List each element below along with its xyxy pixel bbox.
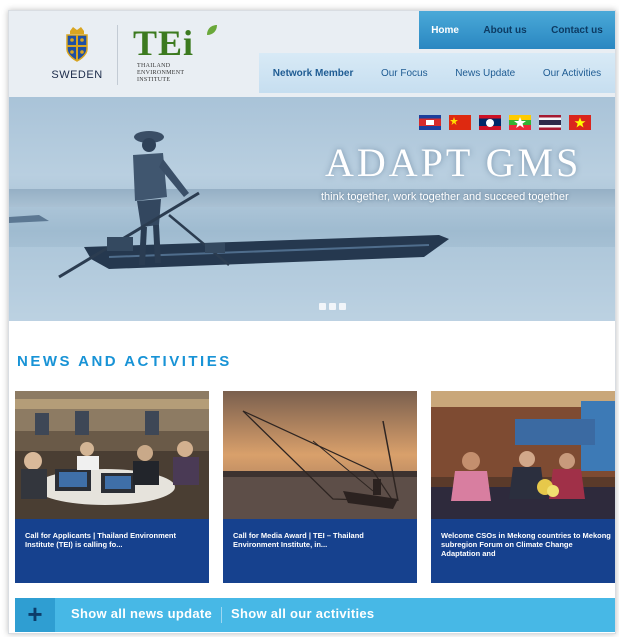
nav-home[interactable]: Home — [431, 25, 459, 36]
news-card-caption[interactable]: Welcome CSOs in Mekong countries to Meko… — [441, 531, 613, 558]
plus-icon[interactable]: + — [15, 598, 55, 632]
tei-subtitle: THAILAND ENVIRONMENT INSTITUTE — [137, 63, 223, 84]
nav-about-us[interactable]: About us — [483, 25, 526, 36]
news-cards: Call for Applicants | Thailand Environme… — [15, 391, 615, 583]
main-navigation: Network Member Our Focus News Update Our… — [259, 53, 615, 93]
tei-sub-line: THAILAND — [137, 63, 171, 69]
forum-panel-image — [431, 391, 615, 519]
sweden-crest-icon — [62, 25, 92, 63]
nav-our-activities[interactable]: Our Activities — [543, 68, 601, 79]
hero-banner[interactable]: ADAPT GMS think together, work together … — [9, 97, 615, 321]
nav-contact-us[interactable]: Contact us — [551, 25, 603, 36]
fishing-net-sunset-image — [223, 391, 417, 519]
sweden-logo[interactable]: SWEDEN — [45, 25, 109, 91]
tei-sub-line: ENVIRONMENT — [137, 70, 185, 76]
leaf-icon — [207, 25, 217, 35]
slider-dot[interactable] — [329, 303, 336, 310]
logo-divider — [117, 25, 118, 85]
nav-our-focus[interactable]: Our Focus — [381, 68, 428, 79]
news-card-caption[interactable]: Call for Applicants | Thailand Environme… — [25, 531, 197, 549]
nav-network-member[interactable]: Network Member — [273, 68, 354, 79]
thailand-flag-icon[interactable] — [539, 115, 561, 130]
show-all-news-link[interactable]: Show all news update — [71, 606, 212, 621]
nav-news-update[interactable]: News Update — [455, 68, 515, 79]
site-header: SWEDEN TEi THAILAND ENVIRONMENT INSTITUT… — [9, 11, 615, 97]
divider — [221, 607, 222, 623]
sweden-label: SWEDEN — [51, 69, 103, 81]
top-navigation: Home About us Contact us — [419, 11, 615, 49]
tei-sub-line: INSTITUTE — [137, 77, 171, 83]
news-card[interactable]: Call for Media Award | TEI – Thailand En… — [223, 391, 417, 583]
country-flags — [419, 115, 591, 130]
cambodia-flag-icon[interactable] — [419, 115, 441, 130]
china-flag-icon[interactable] — [449, 115, 471, 130]
hero-title: ADAPT GMS — [325, 140, 582, 185]
website-frame: SWEDEN TEi THAILAND ENVIRONMENT INSTITUT… — [8, 10, 616, 634]
conference-room-image — [15, 391, 209, 519]
news-heading: NEWS AND ACTIVITIES — [17, 353, 232, 370]
fisherman-boat-image — [9, 131, 615, 321]
laos-flag-icon[interactable] — [479, 115, 501, 130]
slider-dot[interactable] — [339, 303, 346, 310]
news-card[interactable]: Call for Applicants | Thailand Environme… — [15, 391, 209, 583]
tei-logo[interactable]: TEi THAILAND ENVIRONMENT INSTITUTE — [133, 23, 223, 93]
slider-dot[interactable] — [319, 303, 326, 310]
hero-subtitle: think together, work together and succee… — [321, 191, 569, 203]
show-all-activities-link[interactable]: Show all our activities — [231, 606, 374, 621]
myanmar-flag-icon[interactable] — [509, 115, 531, 130]
show-all-bar: + Show all news update Show all our acti… — [15, 598, 615, 632]
news-card[interactable]: Welcome CSOs in Mekong countries to Meko… — [431, 391, 615, 583]
news-card-caption[interactable]: Call for Media Award | TEI – Thailand En… — [233, 531, 405, 549]
vietnam-flag-icon[interactable] — [569, 115, 591, 130]
slider-dots — [319, 303, 346, 310]
